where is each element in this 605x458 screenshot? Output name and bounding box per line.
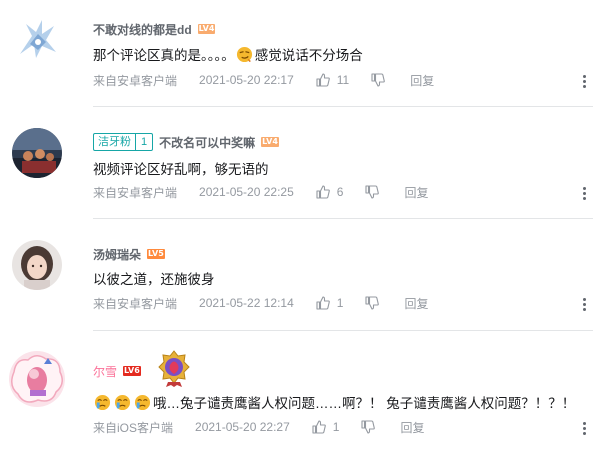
username[interactable]: 不改名可以中奖嘛: [159, 134, 255, 151]
like-count: 1: [336, 296, 344, 310]
like-count: 1: [332, 420, 340, 434]
like-button[interactable]: 11: [316, 73, 349, 87]
avatar[interactable]: [12, 240, 62, 290]
divider: [93, 330, 593, 331]
thumbs-down-icon: [361, 420, 376, 434]
username[interactable]: 尔雪: [93, 363, 117, 380]
avatar[interactable]: [8, 350, 66, 408]
thumbs-up-icon: [316, 73, 330, 87]
timestamp: 2021-05-20 22:17: [199, 73, 294, 87]
like-count: 11: [336, 73, 350, 87]
comment-text: 以彼之道，还施彼身: [93, 272, 215, 287]
comment-meta: 来自安卓客户端 2021-05-20 22:17 11 回复: [93, 71, 434, 89]
divider: [93, 106, 593, 107]
achievement-badge-icon[interactable]: [158, 350, 190, 388]
thumbs-up-icon: [312, 420, 326, 434]
comment-text-part: 感觉说话不分场合: [254, 48, 363, 63]
dislike-button[interactable]: [365, 185, 380, 199]
like-count: 6: [336, 185, 344, 199]
reply-button[interactable]: 回复: [400, 419, 424, 436]
comment-meta: 来自安卓客户端 2021-05-20 22:25 6 回复: [93, 183, 428, 201]
avatar[interactable]: [12, 14, 62, 64]
thumbs-up-icon: [316, 296, 330, 310]
comment-text: 视频评论区好乱啊，够无语的: [93, 162, 269, 177]
smirk-emoji-icon: [236, 46, 252, 62]
level-badge: LV4: [197, 24, 216, 34]
avatar[interactable]: [12, 128, 62, 178]
comment-text-part: 哦…兔子谴责鹰酱人权问题……啊？！ 兔子谴责鹰酱人权问题？！？！: [153, 396, 576, 411]
thumbs-down-icon: [365, 296, 380, 310]
fan-badge-name: 洁牙粉: [98, 136, 131, 148]
like-button[interactable]: 1: [316, 296, 344, 310]
client-source: 来自安卓客户端: [93, 296, 178, 311]
client-source: 来自安卓客户端: [93, 185, 178, 200]
fan-badge[interactable]: 洁牙粉 1: [93, 133, 154, 151]
dislike-button[interactable]: [365, 296, 380, 310]
like-button[interactable]: 6: [316, 185, 344, 199]
reply-button[interactable]: 回复: [404, 184, 428, 201]
timestamp: 2021-05-20 22:25: [199, 185, 294, 199]
reply-button[interactable]: 回复: [410, 72, 434, 89]
thumbs-down-icon: [365, 185, 380, 199]
username[interactable]: 汤姆瑞朵: [93, 246, 141, 263]
timestamp: 2021-05-20 22:27: [195, 420, 290, 434]
level-badge: LV5: [147, 249, 165, 259]
fan-badge-level: 1: [135, 134, 152, 150]
level-badge: LV4: [261, 137, 279, 147]
more-icon[interactable]: [578, 72, 590, 90]
level-badge: LV6: [123, 366, 141, 376]
comment-meta: 来自安卓客户端 2021-05-22 12:14 1 回复: [93, 294, 428, 312]
more-icon[interactable]: [578, 419, 590, 437]
username[interactable]: 不敢对线的都是dd: [93, 21, 192, 38]
cry-emoji-icon: [114, 394, 131, 410]
divider: [93, 218, 593, 219]
more-icon[interactable]: [578, 184, 590, 202]
client-source: 来自安卓客户端: [93, 73, 178, 88]
thumbs-down-icon: [371, 73, 386, 87]
dislike-button[interactable]: [371, 73, 386, 87]
cry-emoji-icon: [94, 394, 111, 410]
comment-meta: 来自iOS客户端 2021-05-20 22:27 1 回复: [93, 418, 424, 436]
like-button[interactable]: 1: [312, 420, 340, 434]
cry-emoji-icon: [134, 394, 151, 410]
dislike-button[interactable]: [361, 420, 376, 434]
more-icon[interactable]: [578, 295, 590, 313]
thumbs-up-icon: [316, 185, 330, 199]
timestamp: 2021-05-22 12:14: [199, 296, 294, 310]
comment-text: 哦…兔子谴责鹰酱人权问题……啊？！ 兔子谴责鹰酱人权问题？！？！: [93, 392, 575, 412]
comment-text: 那个评论区真的是。。。。 感觉说话不分场合: [93, 44, 363, 64]
reply-button[interactable]: 回复: [404, 295, 428, 312]
comment-text-part: 那个评论区真的是。。。。: [93, 48, 235, 63]
client-source: 来自iOS客户端: [93, 420, 174, 435]
